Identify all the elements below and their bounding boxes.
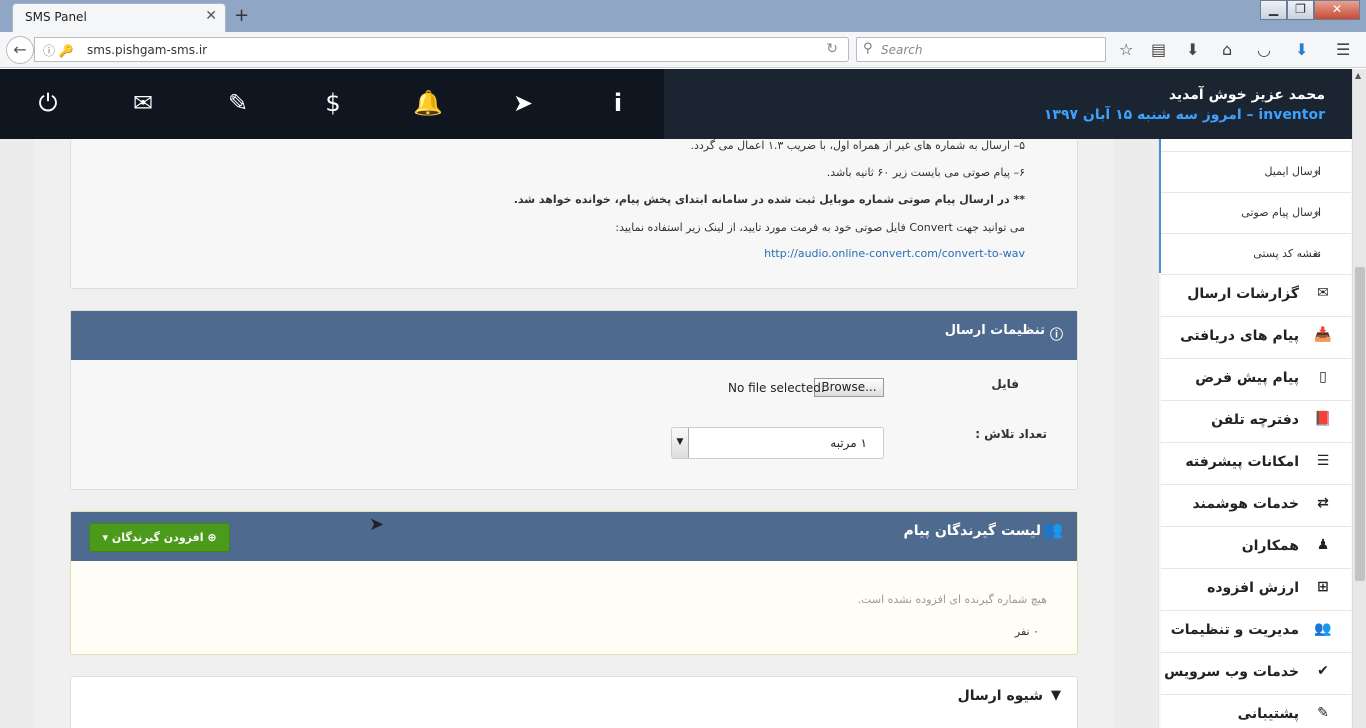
caret-down-icon: ▾ xyxy=(102,531,112,544)
sidebar-item-default-message[interactable]: ▯ پیام پیش فرض xyxy=(1161,359,1351,401)
maximize-button[interactable]: ❐ xyxy=(1287,0,1314,20)
check-circle-icon: ✔ xyxy=(1317,663,1329,679)
info-icon[interactable]: i xyxy=(598,89,638,117)
search-icon: ⚲ xyxy=(863,41,873,56)
sidebar-item-phonebook[interactable]: 📕 دفترچه تلفن xyxy=(1161,401,1351,443)
sidebar-item-colleagues[interactable]: ♟ همکاران xyxy=(1161,527,1351,569)
url-text[interactable]: sms.pishgam-sms.ir xyxy=(87,43,207,57)
site-info-icon[interactable]: ⓘ 🔑 xyxy=(43,42,74,59)
inbox-icon: 📥 xyxy=(1314,327,1332,343)
home-icon[interactable]: ⌂ xyxy=(1222,40,1232,59)
sidebar-item-support[interactable]: ✎ پشتیبانی xyxy=(1161,695,1351,728)
envelope-icon: ✉ xyxy=(1317,285,1329,301)
sidebar-item-send-reports[interactable]: ✉ گزارشات ارسال xyxy=(1161,275,1351,317)
date-text: – امروز سه شنبه ۱۵ آبان ۱۳۹۷ xyxy=(1043,107,1259,123)
recipients-count: ۰ نفر xyxy=(1014,625,1039,638)
sidebar-subitem-email[interactable]: » ارسال ایمیل xyxy=(1161,152,1351,193)
ticket-icon: ✎ xyxy=(1317,705,1329,721)
book-icon: 📕 xyxy=(1314,411,1332,427)
scrollbar-thumb[interactable] xyxy=(1355,267,1365,581)
user-group-icon: ♟ xyxy=(1316,537,1330,553)
welcome-message: محمد عزیز خوش آمدید xyxy=(1168,87,1325,103)
attempts-value: ۱ مرتبه xyxy=(830,436,867,450)
sidebar-item-received[interactable]: 📥 پیام های دریافتی xyxy=(1161,317,1351,359)
attempts-select[interactable]: ▼ ۱ مرتبه xyxy=(671,427,884,459)
plus-circle-icon: ⊕ xyxy=(203,531,217,544)
send-method-panel: ▼ شیوه ارسال xyxy=(70,676,1078,728)
note-line-5: ۵– ارسال به شماره های غیر از همراه اول، … xyxy=(690,139,1025,152)
attempts-label: تعداد تلاش : xyxy=(975,427,1047,441)
add-recipients-label: افزودن گیرندگان xyxy=(111,531,204,544)
tab-close-icon[interactable]: ✕ xyxy=(205,8,217,24)
sidebar-subitem-voice[interactable]: » ارسال پیام صوتی xyxy=(1161,193,1351,234)
scroll-up-icon[interactable]: ▲ xyxy=(1355,71,1361,80)
sidebar-item-advanced[interactable]: ☰ امکانات پیشرفته xyxy=(1161,443,1351,485)
minimize-button[interactable]: ▁ xyxy=(1260,0,1287,20)
sidebar-item-management[interactable]: 👥 مدیریت و تنظیمات xyxy=(1161,611,1351,653)
power-icon[interactable]: ⏻ xyxy=(28,89,68,117)
chevron-down-icon[interactable]: ▼ xyxy=(672,428,689,458)
mouse-cursor-icon: ➤ xyxy=(369,514,385,535)
send-settings-header: ⓘ تنظیمات ارسال xyxy=(71,311,1077,360)
envelope-icon[interactable]: ✉ xyxy=(123,89,163,117)
paper-plane-icon[interactable]: ➤ xyxy=(503,89,543,117)
bookmark-star-icon[interactable]: ☆ xyxy=(1119,40,1133,59)
file-status: No file selected. xyxy=(728,381,825,395)
header-toolbar: ⏻ ✉ ✎ $ 🔔 ➤ i xyxy=(0,69,664,139)
file-label: فایل xyxy=(991,377,1019,391)
dollar-icon[interactable]: $ xyxy=(313,89,353,117)
browser-tabbar: SMS Panel ✕ + ▁ ❐ ✕ xyxy=(0,0,1366,32)
sidebar: » ارسال ایمیل » ارسال پیام صوتی » نقشه کد پ… xyxy=(1158,139,1352,728)
back-arrow-icon[interactable]: ← xyxy=(6,36,34,64)
add-recipients-button[interactable]: ⊕ افزودن گیرندگان ▾ xyxy=(89,523,230,552)
ticket-icon[interactable]: ✎ xyxy=(218,89,258,117)
note-convert: می توانید جهت Convert فایل صوتی خود به ف… xyxy=(615,221,1025,234)
window-close-button[interactable]: ✕ xyxy=(1314,0,1360,20)
page-scrollbar[interactable]: ▲ xyxy=(1352,69,1366,728)
browser-navbar: ← ⓘ 🔑 sms.pishgam-sms.ir ↻ ⚲ Search ☆ ▤ … xyxy=(0,32,1366,68)
note-bold: ** در ارسال پیام صوتی شماره موبایل ثبت ش… xyxy=(513,193,1025,206)
recipients-header: 👥 لیست گیرندگان پیام ⊕ افزودن گیرندگان ▾ xyxy=(71,512,1077,561)
hamburger-menu-icon[interactable]: ☰ xyxy=(1336,40,1350,59)
notes-panel: ۵– ارسال به شماره های غیر از همراه اول، … xyxy=(70,139,1078,289)
info-circle-icon: ⓘ xyxy=(1049,328,1063,343)
browser-search-input[interactable]: ⚲ Search xyxy=(856,37,1106,62)
sidebar-item-value-added[interactable]: ⊞ ارزش افزوده xyxy=(1161,569,1351,611)
plus-square-icon: ⊞ xyxy=(1317,579,1329,595)
sidebar-item-smart-services[interactable]: ⇄ خدمات هوشمند xyxy=(1161,485,1351,527)
recipients-panel: 👥 لیست گیرندگان پیام ⊕ افزودن گیرندگان ▾… xyxy=(70,511,1078,655)
sidebar-item-web-service[interactable]: ✔ خدمات وب سرویس xyxy=(1161,653,1351,695)
new-tab-button[interactable]: + xyxy=(234,5,249,26)
reload-icon[interactable]: ↻ xyxy=(826,41,838,57)
retweet-icon: ⇄ xyxy=(1317,495,1329,511)
send-method-title: شیوه ارسال xyxy=(957,688,1043,704)
pocket-icon[interactable]: ◡ xyxy=(1257,40,1271,59)
filter-icon: ▼ xyxy=(1051,688,1061,703)
search-placeholder: Search xyxy=(881,43,923,57)
empty-recipients-message: هیچ شماره گیرنده ای افزوده نشده است. xyxy=(857,593,1047,606)
users-icon: 👥 xyxy=(1314,621,1332,637)
note-line-6: ۶– پیام صوتی می بایست زیر ۶۰ ثانیه باشد. xyxy=(826,166,1025,179)
sidebar-subitem-postal-map[interactable]: » نقشه کد پستی xyxy=(1161,234,1351,275)
users-icon: 👥 xyxy=(1043,520,1063,539)
bell-icon[interactable]: 🔔 xyxy=(408,89,448,117)
download-icon[interactable]: ⬇ xyxy=(1186,40,1199,59)
username[interactable]: inventor xyxy=(1258,107,1325,123)
tab-title: SMS Panel xyxy=(25,10,87,24)
extension-icon[interactable]: ⬇ xyxy=(1295,40,1308,59)
browser-tab[interactable]: SMS Panel ✕ xyxy=(12,3,226,32)
submenu-top-edge xyxy=(1161,139,1351,152)
convert-link[interactable]: http://audio.online-convert.com/convert-… xyxy=(764,247,1025,260)
list-icon: ☰ xyxy=(1316,453,1330,469)
user-date-line: inventor – امروز سه شنبه ۱۵ آبان ۱۳۹۷ xyxy=(1044,107,1325,123)
tablet-icon: ▯ xyxy=(1319,369,1327,385)
reading-list-icon[interactable]: ▤ xyxy=(1151,40,1166,59)
send-settings-panel: ⓘ تنظیمات ارسال فایل Browse... No file s… xyxy=(70,310,1078,490)
url-bar[interactable]: ⓘ 🔑 sms.pishgam-sms.ir ↻ xyxy=(34,37,849,62)
send-settings-title: تنظیمات ارسال xyxy=(944,323,1045,338)
recipients-title: لیست گیرندگان پیام xyxy=(903,523,1041,539)
